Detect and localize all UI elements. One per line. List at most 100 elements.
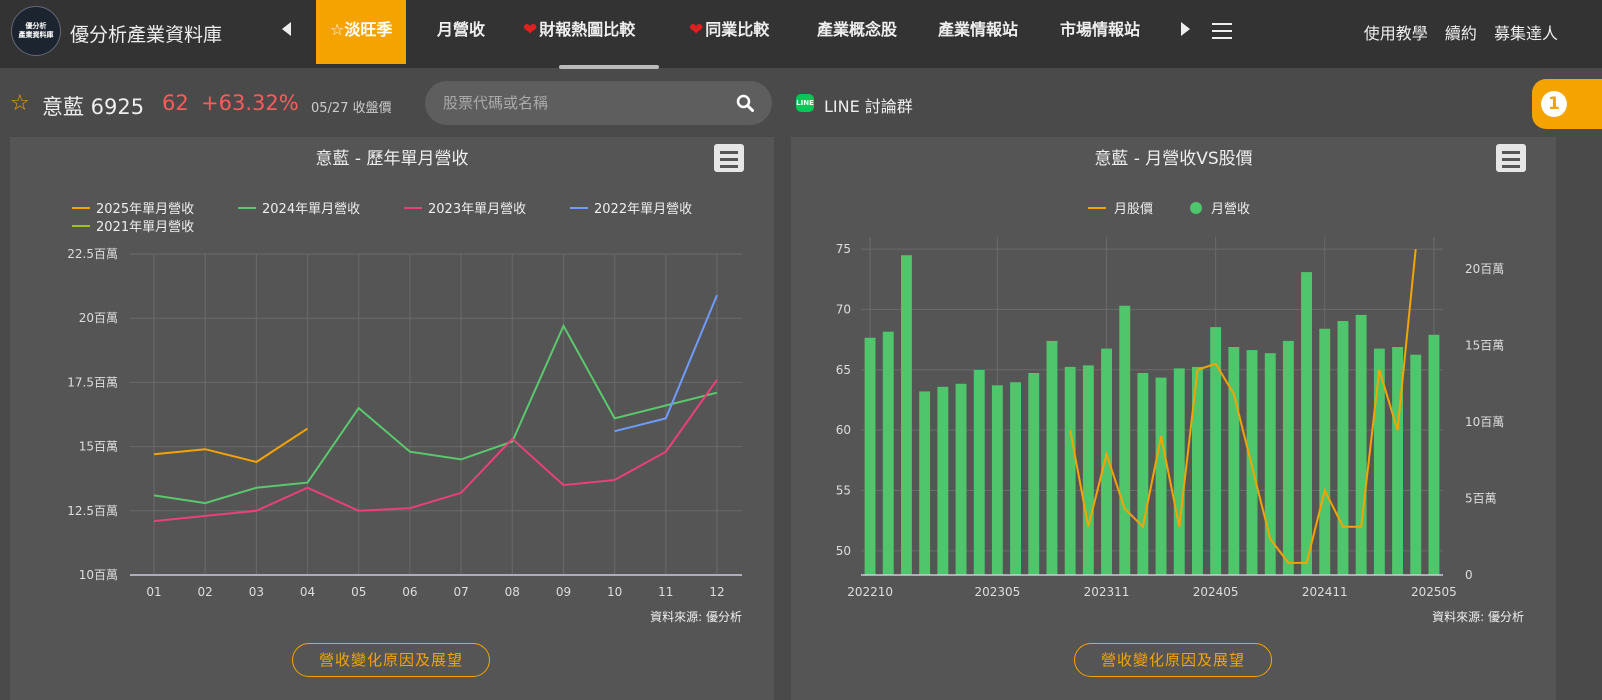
legend-label: 2025年單月營收	[96, 202, 194, 217]
y-tick-label: 22.5百萬	[67, 247, 118, 261]
revenue-bar	[919, 391, 931, 575]
legend-label: 2023年單月營收	[428, 202, 526, 217]
x-tick-label: 07	[453, 585, 468, 599]
tutorial-link[interactable]: 使用教學	[1364, 24, 1428, 43]
x-tick-label: 202411	[1302, 585, 1348, 599]
right-y-tick-label: 0	[1465, 568, 1473, 582]
renew-link[interactable]: 續約	[1445, 24, 1477, 43]
legend-label: 2024年單月營收	[262, 202, 360, 217]
hamburger-menu-icon[interactable]	[1212, 23, 1232, 39]
revenue-bar	[1173, 368, 1185, 575]
x-tick-label: 11	[658, 585, 673, 599]
revenue-bar	[1137, 373, 1149, 575]
revenue-bar	[1046, 340, 1058, 575]
brand-name[interactable]: 優分析產業資料庫	[70, 20, 222, 47]
series-line	[153, 379, 718, 523]
heart-icon: ❤	[689, 20, 704, 40]
legend-label: 2021年單月營收	[96, 220, 194, 235]
revenue-bar	[1337, 321, 1349, 575]
chart-source: 資料來源: 優分析	[650, 610, 742, 624]
y-tick-label: 20百萬	[79, 311, 118, 325]
search-input[interactable]	[443, 92, 723, 114]
left-y-tick-label: 65	[836, 363, 851, 377]
revenue-bar	[1319, 328, 1331, 575]
revenue-bar	[882, 331, 894, 575]
stock-name: 意藍 6925	[42, 95, 145, 119]
right-y-tick-label: 20百萬	[1465, 262, 1504, 276]
nav-item-market-intel[interactable]: 市場情報站	[1060, 0, 1140, 64]
x-tick-label: 202305	[975, 585, 1021, 599]
left-y-tick-label: 50	[836, 544, 851, 558]
legend-label: 月股價	[1114, 202, 1153, 217]
revenue-bar	[1010, 382, 1021, 575]
chart-source: 資料來源: 優分析	[1432, 610, 1524, 624]
nav-scroll-right-icon[interactable]	[1181, 22, 1190, 36]
x-tick-label: 06	[402, 585, 417, 599]
nav-item-financial-heatmap[interactable]: ❤ 財報熱圖比較	[523, 0, 635, 64]
nav-item-peer-compare[interactable]: ❤ 同業比較	[689, 0, 769, 64]
revenue-bar	[1119, 305, 1131, 575]
revenue-bar	[901, 255, 912, 575]
left-y-tick-label: 60	[836, 423, 851, 437]
x-tick-label: 05	[351, 585, 366, 599]
y-tick-label: 10百萬	[79, 568, 118, 582]
nav-scrollbar[interactable]	[559, 65, 659, 69]
revenue-bar	[1228, 347, 1240, 575]
x-tick-label: 04	[300, 585, 315, 599]
nav-scroll-left-icon[interactable]	[282, 22, 291, 36]
y-tick-label: 12.5百萬	[67, 504, 118, 518]
right-links: 使用教學 續約 募集達人	[1352, 20, 1558, 44]
nav-item-industry-concept[interactable]: 產業概念股	[817, 0, 897, 64]
left-y-tick-label: 70	[836, 302, 851, 316]
stock-date: 05/27 收盤價	[311, 101, 392, 116]
top-navbar: 優分析 產業資料庫 優分析產業資料庫 ☆淡旺季 月營收 ❤ 財報熱圖比較 ❤ 同業比…	[0, 0, 1602, 68]
stock-price: 62	[162, 91, 189, 115]
revenue-bar	[991, 385, 1003, 575]
revenue-reason-button[interactable]: 營收變化原因及展望	[292, 643, 490, 677]
search-box	[425, 81, 772, 125]
legend-label: 月營收	[1211, 202, 1250, 217]
x-tick-label: 01	[146, 585, 161, 599]
series-line	[153, 427, 309, 464]
revenue-bar	[973, 370, 985, 575]
revenue-reason-button[interactable]: 營收變化原因及展望	[1074, 643, 1272, 677]
revenue-bar	[1428, 334, 1440, 575]
favorite-star-icon[interactable]: ☆	[10, 91, 30, 116]
search-icon[interactable]	[736, 94, 754, 112]
notification-badge: 1	[1541, 91, 1567, 117]
notification-tab[interactable]: 1	[1532, 79, 1602, 129]
revenue-bar	[1101, 348, 1112, 575]
line-icon[interactable]: LINE	[796, 94, 814, 112]
nav-item-industry-intel[interactable]: 產業情報站	[938, 0, 1018, 64]
legend-label: 2022年單月營收	[594, 202, 692, 217]
x-tick-label: 08	[505, 585, 520, 599]
nav-item-offpeak-season[interactable]: ☆淡旺季	[316, 0, 407, 64]
x-tick-label: 202210	[847, 585, 893, 599]
revenue-bar	[1355, 314, 1367, 575]
x-tick-label: 202405	[1193, 585, 1239, 599]
right-y-tick-label: 15百萬	[1465, 339, 1504, 353]
y-tick-label: 17.5百萬	[67, 375, 118, 389]
yearly-revenue-chart: 2025年單月營收 2024年單月營收 2023年單月營收 2022年單月營收 2021…	[67, 202, 742, 599]
revenue-bar	[1082, 365, 1094, 575]
chart-panel-yearly-revenue: 意藍 - 歷年單月營收 2025年單月營收 2024年單月營收 2023年單月營收 2…	[10, 137, 774, 700]
heart-icon: ❤	[523, 20, 538, 40]
x-tick-label: 02	[198, 585, 213, 599]
left-y-tick-label: 75	[836, 242, 851, 256]
stock-change: +63.32%	[201, 91, 299, 115]
series-line	[153, 323, 718, 505]
revenue-bar	[1282, 340, 1294, 575]
revenue-vs-price-chart: 月股價 月營收 50 55 60 65 70 75 0 5百萬 10百萬 15百萬 20百萬 202210…	[836, 202, 1504, 599]
nav-item-monthly-revenue[interactable]: 月營收	[437, 0, 485, 64]
x-tick-label: 12	[709, 585, 724, 599]
y-tick-label: 15百萬	[79, 440, 118, 454]
revenue-bar	[864, 337, 876, 575]
revenue-bar	[1392, 347, 1403, 575]
revenue-bar	[1264, 353, 1276, 575]
line-group-link[interactable]: LINE 討論群	[824, 93, 913, 117]
right-y-tick-label: 10百萬	[1465, 415, 1504, 429]
expert-link[interactable]: 募集達人	[1494, 24, 1558, 43]
chart-panel-revenue-vs-price: 意藍 - 月營收VS股價 月股價 月營收 50 55 60 65 70 75 0 5百萬 10百萬 1…	[791, 137, 1556, 700]
site-logo[interactable]: 優分析 產業資料庫	[11, 6, 61, 56]
x-tick-label: 10	[607, 585, 622, 599]
